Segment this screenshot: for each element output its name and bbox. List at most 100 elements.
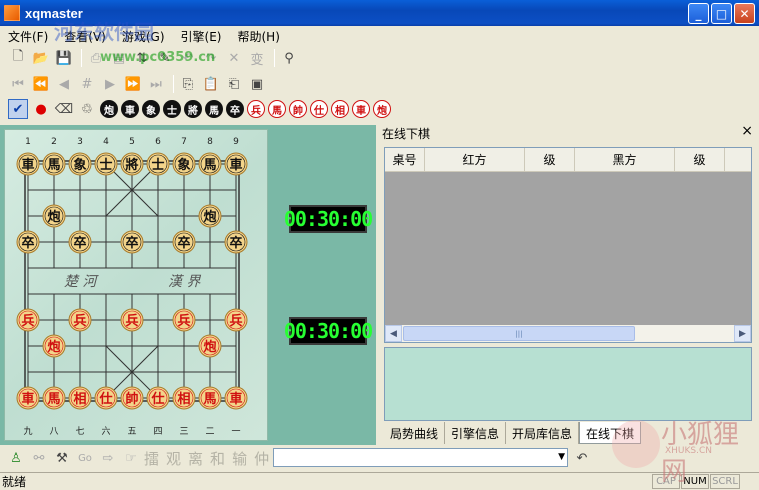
board-piece-label[interactable]: 炮 (47, 339, 60, 355)
red-soldier-button[interactable]: 兵 (247, 100, 265, 118)
board-piece-label[interactable]: 將 (125, 157, 138, 173)
tab-engine-info[interactable]: 引擎信息 (445, 422, 507, 444)
board-piece-label[interactable]: 士 (99, 157, 112, 173)
board-piece-label[interactable]: 卒 (125, 235, 138, 251)
board-piece-label[interactable]: 炮 (203, 339, 216, 355)
move-number-icon[interactable]: # (77, 74, 97, 94)
prev-move-icon[interactable]: ◀ (54, 74, 74, 94)
board-piece-label[interactable]: 相 (73, 391, 86, 407)
close-button[interactable]: ✕ (734, 3, 755, 24)
column-red-level[interactable]: 级 (525, 148, 575, 172)
board-piece-label[interactable]: 相 (177, 391, 190, 407)
go-button[interactable]: Go (75, 448, 95, 468)
tab-trend-curve[interactable]: 局势曲线 (384, 422, 446, 444)
scroll-thumb[interactable]: ||| (403, 326, 635, 341)
board-grid[interactable]: 楚 河漢 界1 2 3 4 5 6 7 8 9九八七六五四三二一車馬象士將士象馬車炮 炮卒卒卒卒卒… (5, 130, 269, 442)
minimize-button[interactable]: _ (688, 3, 709, 24)
board-piece-label[interactable]: 炮 (203, 209, 216, 225)
column-red-player[interactable]: 红方 (425, 148, 525, 172)
red-chariot-button[interactable]: 車 (352, 100, 370, 118)
red-general-button[interactable]: 帥 (289, 100, 307, 118)
black-elephant-button[interactable]: 象 (142, 100, 160, 118)
save-icon[interactable]: 💾 (54, 48, 74, 68)
board-piece-label[interactable]: 象 (177, 157, 190, 173)
black-cannon-button[interactable]: 炮 (100, 100, 118, 118)
challenge-button[interactable]: 擂 (144, 448, 159, 469)
black-horse-button[interactable]: 馬 (205, 100, 223, 118)
chat-info-area[interactable] (384, 347, 752, 421)
black-soldier-button[interactable]: 卒 (226, 100, 244, 118)
tab-opening-book[interactable]: 开局库信息 (506, 422, 580, 444)
black-general-button[interactable]: 將 (184, 100, 202, 118)
column-black-level[interactable]: 级 (675, 148, 725, 172)
maximize-button[interactable]: □ (711, 3, 732, 24)
board-piece-label[interactable]: 車 (21, 391, 34, 407)
board-piece-label[interactable]: 兵 (73, 313, 86, 329)
resign-button[interactable]: 输 (232, 448, 247, 469)
eraser-icon[interactable]: ⌫ (54, 99, 74, 119)
tools-icon[interactable]: ⚒ (52, 448, 72, 468)
red-cannon-button[interactable]: 炮 (373, 100, 391, 118)
board-piece-label[interactable]: 卒 (177, 235, 190, 251)
command-combo[interactable]: ▼ (273, 448, 568, 467)
leave-button[interactable]: 离 (188, 448, 203, 469)
copy-fen-icon[interactable]: ⎗ (224, 74, 244, 94)
board-piece-label[interactable]: 兵 (229, 313, 242, 329)
board-piece-label[interactable]: 卒 (229, 235, 242, 251)
board-piece-label[interactable]: 馬 (47, 392, 60, 407)
board-piece-label[interactable]: 仕 (98, 391, 112, 407)
horizontal-scrollbar[interactable]: ◀ ||| ▶ (385, 325, 751, 342)
next-move-icon[interactable]: ▶ (100, 74, 120, 94)
board-piece-label[interactable]: 馬 (47, 158, 60, 173)
copy-icon[interactable]: ⎘ (178, 74, 198, 94)
open-folder-icon[interactable]: 📂 (31, 48, 51, 68)
board-piece-label[interactable]: 仕 (150, 391, 164, 407)
red-advisor-button[interactable]: 仕 (310, 100, 328, 118)
column-black-player[interactable]: 黑方 (575, 148, 675, 172)
board-piece-label[interactable]: 帥 (125, 391, 138, 407)
last-move-icon[interactable]: ⏭ (146, 74, 166, 94)
hand-icon[interactable]: ☞ (121, 448, 141, 468)
send-icon[interactable]: ⇨ (98, 448, 118, 468)
board-piece-label[interactable]: 士 (151, 157, 164, 173)
draw-button[interactable]: 和 (210, 448, 225, 469)
board-piece-label[interactable]: 炮 (47, 209, 60, 225)
board-piece-label[interactable]: 車 (229, 157, 242, 173)
table-list[interactable]: 桌号 红方 级 黑方 级 ◀ ||| ▶ (384, 147, 752, 343)
first-move-icon[interactable]: ⏮ (8, 74, 28, 94)
chess-board[interactable]: 楚 河漢 界123456789九八七六五四三二一車馬象士將士象馬車炮炮卒卒卒卒卒… (4, 129, 268, 441)
delete-icon[interactable]: ✕ (224, 48, 244, 68)
new-file-icon[interactable]: 🗋 (8, 48, 28, 68)
board-piece-label[interactable]: 卒 (73, 235, 86, 251)
arbitrate-button[interactable]: 仲 (254, 448, 269, 469)
record-icon[interactable]: ● (31, 99, 51, 119)
scroll-left-icon[interactable]: ◀ (385, 325, 402, 342)
link-icon[interactable]: ⚯ (29, 448, 49, 468)
board-piece-label[interactable]: 兵 (177, 313, 190, 329)
menu-engine[interactable]: 引擎(E) (173, 28, 230, 45)
undo-send-icon[interactable]: ↶ (572, 448, 592, 468)
board-piece-label[interactable]: 兵 (125, 313, 138, 329)
prev-fast-icon[interactable]: ⏪ (31, 74, 51, 94)
paste-fen-icon[interactable]: ▣ (247, 74, 267, 94)
board-piece-label[interactable]: 車 (21, 157, 34, 173)
binoculars-icon[interactable]: ⚲ (279, 48, 299, 68)
user-icon[interactable]: ♙ (6, 448, 26, 468)
watch-button[interactable]: 观 (166, 448, 181, 469)
check-icon[interactable]: ✔ (8, 99, 28, 119)
column-table-number[interactable]: 桌号 (385, 148, 425, 172)
board-piece-label[interactable]: 卒 (21, 235, 34, 251)
transform-icon[interactable]: 变 (247, 48, 267, 68)
board-piece-label[interactable]: 馬 (203, 392, 216, 407)
board-piece-label[interactable]: 象 (73, 157, 86, 173)
board-piece-label[interactable]: 兵 (21, 313, 34, 329)
red-horse-button[interactable]: 馬 (268, 100, 286, 118)
recycle-icon[interactable]: ♲ (77, 99, 97, 119)
next-fast-icon[interactable]: ⏩ (123, 74, 143, 94)
menu-file[interactable]: 文件(F) (0, 28, 56, 45)
black-chariot-button[interactable]: 車 (121, 100, 139, 118)
board-piece-label[interactable]: 馬 (203, 158, 216, 173)
scroll-right-icon[interactable]: ▶ (734, 325, 751, 342)
combo-dropdown-icon[interactable]: ▼ (558, 452, 565, 462)
menu-help[interactable]: 帮助(H) (229, 28, 287, 45)
